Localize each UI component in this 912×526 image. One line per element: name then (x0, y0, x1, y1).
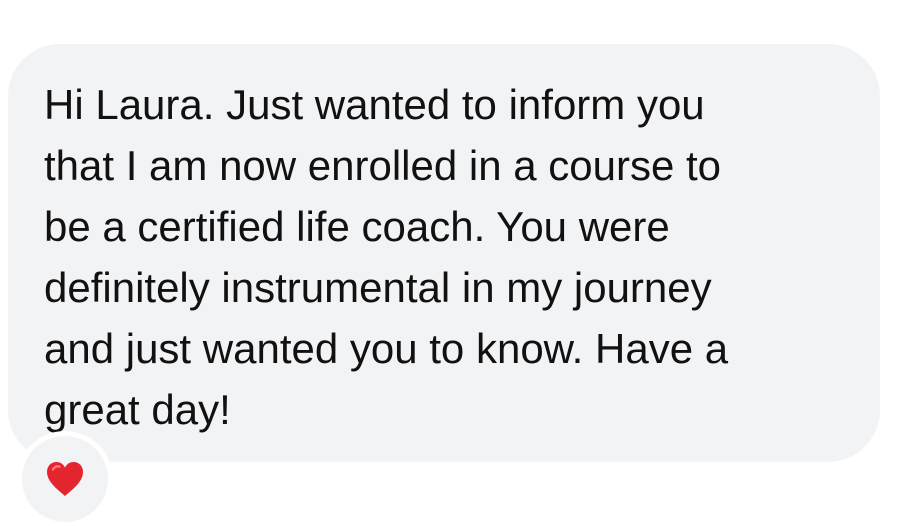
message-text: Hi Laura. Just wanted to inform you that… (44, 81, 729, 433)
reaction-badge[interactable] (22, 436, 108, 522)
heart-icon (47, 462, 83, 496)
